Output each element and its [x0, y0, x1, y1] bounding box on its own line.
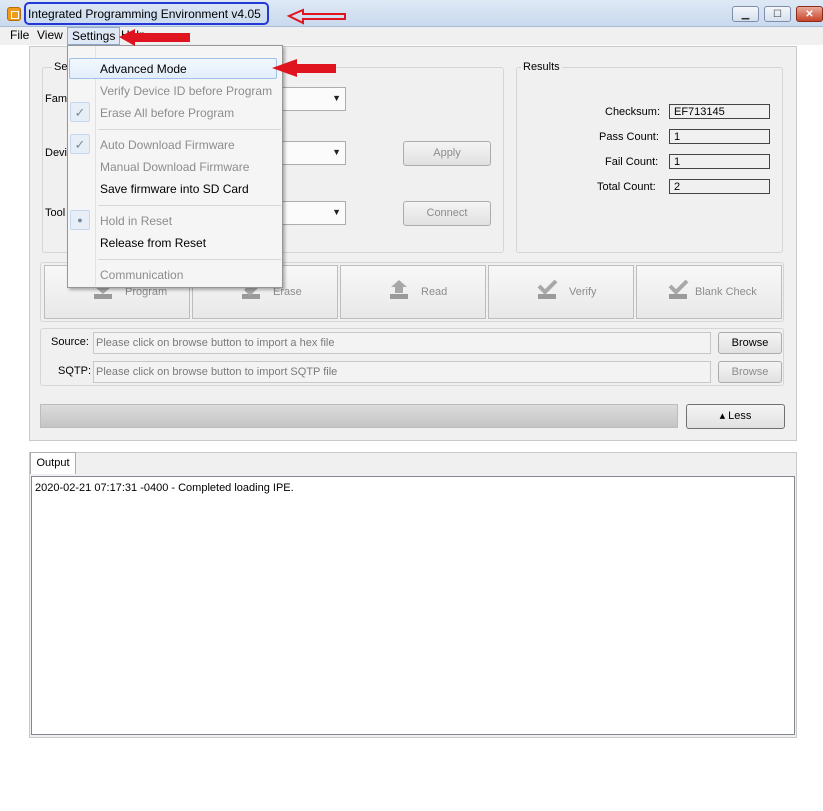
read-icon [390, 280, 408, 299]
results-group-label: Results [521, 61, 562, 73]
menu-communication[interactable]: Communication [100, 268, 183, 282]
verify-label: Verify [569, 286, 597, 298]
family-label: Fam [45, 93, 67, 105]
maximize-icon: ☐ [773, 9, 782, 20]
blank-check-label: Blank Check [695, 286, 757, 298]
menu-release-from-reset[interactable]: Release from Reset [100, 236, 206, 250]
menu-advanced-mode[interactable]: Advanced Mode [100, 62, 187, 76]
menu-separator [98, 205, 281, 206]
device-label: Devi [45, 147, 68, 159]
menu-help[interactable]: Help [117, 27, 150, 45]
total-count-label: Total Count: [597, 181, 656, 193]
menu-separator [98, 129, 281, 130]
tool-label: Tool [45, 207, 66, 219]
menu-settings[interactable]: Settings [67, 27, 121, 45]
erase-all-check-icon: ✓ [70, 102, 90, 122]
dropdown-gutter-divider [95, 46, 96, 286]
fail-count-value: 1 [669, 154, 770, 169]
auto-download-check-icon: ✓ [70, 134, 90, 154]
app-icon [7, 7, 21, 21]
menu-verify-device-id[interactable]: Verify Device ID before Program [100, 84, 272, 98]
title-highlight-annotation [24, 2, 269, 25]
fail-count-label: Fail Count: [605, 156, 659, 168]
verify-button[interactable]: Verify [488, 265, 634, 319]
blank-check-button[interactable]: Blank Check [636, 265, 782, 319]
apply-button[interactable]: Apply [403, 141, 491, 166]
menu-manual-download[interactable]: Manual Download Firmware [100, 160, 249, 174]
read-label: Read [421, 286, 448, 298]
connect-button[interactable]: Connect [403, 201, 491, 226]
total-count-value: 2 [669, 179, 770, 194]
source-browse-button[interactable]: Browse [718, 332, 782, 354]
menu-view[interactable]: View [33, 27, 67, 45]
output-log [31, 476, 795, 735]
source-input[interactable]: Please click on browse button to import … [93, 332, 711, 354]
output-log-line: 2020-02-21 07:17:31 -0400 - Completed lo… [35, 482, 294, 494]
checksum-value: EF713145 [669, 104, 770, 119]
sqtp-label: SQTP: [58, 365, 92, 377]
menu-separator [98, 259, 281, 260]
minimize-button[interactable]: ▁ [732, 6, 759, 22]
sqtp-input[interactable]: Please click on browse button to import … [93, 361, 711, 383]
tab-output[interactable]: Output [30, 452, 76, 474]
verify-icon [537, 280, 558, 299]
checksum-label: Checksum: [605, 106, 661, 118]
hold-in-reset-radio-icon: ● [70, 210, 90, 230]
menu-save-firmware[interactable]: Save firmware into SD Card [100, 182, 249, 196]
close-icon: ✕ [805, 9, 814, 20]
menu-hold-in-reset[interactable]: Hold in Reset [100, 214, 172, 228]
progress-bar [40, 404, 678, 428]
menu-auto-download[interactable]: Auto Download Firmware [100, 138, 235, 152]
read-button[interactable]: Read [340, 265, 486, 319]
less-button[interactable]: ▴ Less [686, 404, 785, 429]
pass-count-label: Pass Count: [599, 131, 659, 143]
source-label: Source: [51, 336, 89, 348]
close-button[interactable]: ✕ [796, 6, 823, 22]
pass-count-value: 1 [669, 129, 770, 144]
menu-file[interactable]: File [6, 27, 33, 45]
sqtp-browse-button[interactable]: Browse [718, 361, 782, 383]
maximize-button[interactable]: ☐ [764, 6, 791, 22]
minimize-icon: ▁ [741, 9, 750, 20]
blank-check-icon [668, 280, 689, 299]
menu-erase-all[interactable]: Erase All before Program [100, 106, 234, 120]
